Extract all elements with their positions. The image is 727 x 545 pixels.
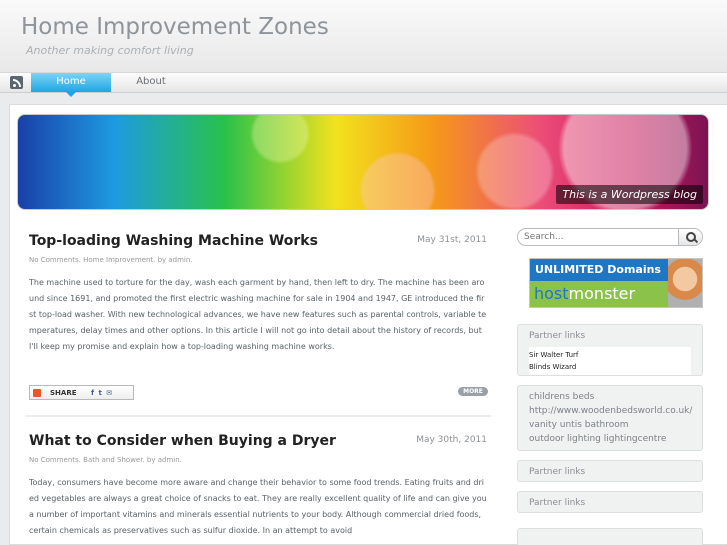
site-title[interactable]: Home Improvement Zones — [21, 14, 329, 40]
partner-link[interactable]: Blinds Wizard — [529, 361, 691, 373]
widget-title: Partner links — [529, 498, 586, 508]
nav-item-about[interactable]: About — [125, 73, 177, 92]
blogroll-widget: childrens beds http://www.woodenbedsworl… — [517, 385, 703, 451]
post-title[interactable]: What to Consider when Buying a Dryer — [29, 433, 336, 449]
post-meta: No Comments. Bath and Shower. by admin. — [29, 456, 182, 464]
social-icons: f t ✉ — [91, 389, 114, 397]
partner-links-widget: Partner links — [517, 491, 703, 513]
blogroll-link[interactable]: http://www.woodenbedsworld.co.uk/ — [529, 404, 692, 418]
ad-brand: hostmonster — [530, 281, 670, 307]
site-header: Home Improvement Zones Another making co… — [0, 0, 727, 72]
post-body: The machine used to torture for the day,… — [29, 278, 487, 351]
post-meta: No Comments. Home Improvement. by admin. — [29, 256, 193, 264]
hostmonster-ad[interactable]: UNLIMITED Domains hostmonster — [529, 258, 703, 308]
site-tagline: Another making comfort living — [26, 44, 194, 57]
widget-title: Partner links — [529, 467, 586, 477]
post-date: May 31st, 2011 — [417, 235, 487, 245]
blogroll-link[interactable]: vanity untis bathroom — [529, 418, 691, 432]
search-icon[interactable] — [678, 229, 702, 245]
header-banner: This is a Wordpress blog — [17, 114, 709, 210]
nav-item-home[interactable]: Home — [31, 73, 111, 97]
more-button[interactable]: MORE — [458, 387, 488, 396]
main-nav: Home About — [0, 72, 727, 97]
widget-links: Sir Walter Turf Blinds Wizard — [529, 347, 691, 375]
share-button[interactable]: SHARE f t ✉ — [29, 385, 134, 400]
partner-link[interactable]: Sir Walter Turf — [529, 349, 691, 361]
share-icon — [33, 389, 41, 397]
share-label: SHARE — [50, 389, 77, 397]
post-body: Today, consumers have become more aware … — [29, 478, 487, 535]
partner-links-widget: Partner links Sir Walter Turf Blinds Wiz… — [517, 324, 703, 376]
partner-links-widget: Partner links — [517, 460, 703, 482]
blogroll-link[interactable]: outdoor lighting lightingcentre — [529, 432, 691, 446]
widget-title: Partner links — [529, 331, 586, 341]
post-title[interactable]: Top-loading Washing Machine Works — [29, 233, 318, 249]
search-input[interactable] — [524, 230, 674, 244]
ad-image — [668, 259, 702, 307]
banner-caption: This is a Wordpress blog — [556, 185, 703, 204]
post-date: May 30th, 2011 — [416, 435, 487, 445]
ad-headline: UNLIMITED Domains — [530, 259, 670, 281]
blogroll-link[interactable]: childrens beds — [529, 390, 691, 404]
post-separator — [25, 415, 491, 417]
search-box — [517, 228, 703, 246]
sidebar-widget — [517, 528, 703, 545]
rss-icon[interactable] — [10, 76, 23, 89]
